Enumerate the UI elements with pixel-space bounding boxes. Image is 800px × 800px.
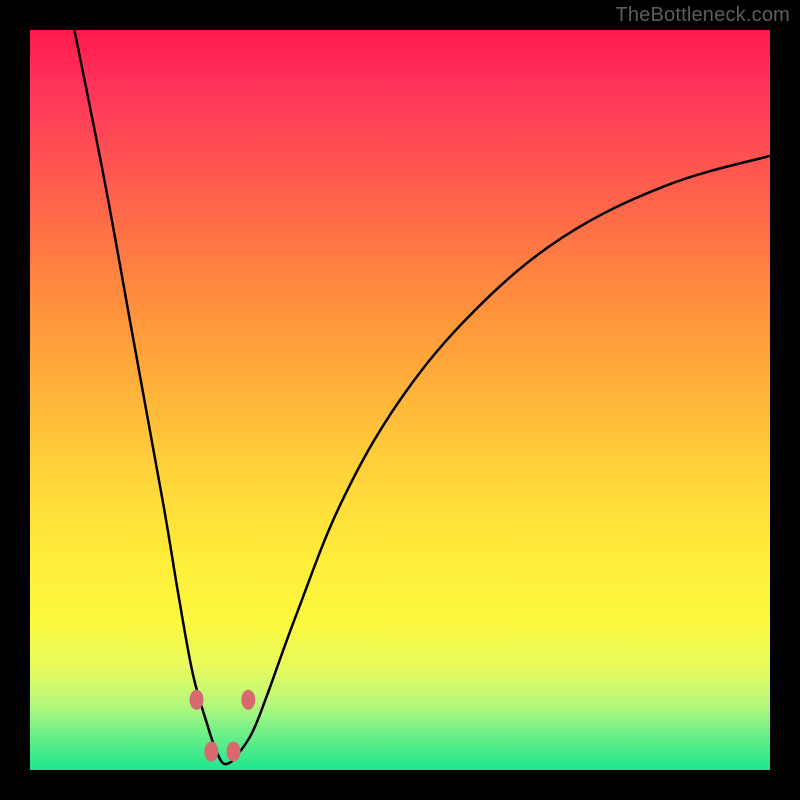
curve-marker [204, 742, 218, 762]
marker-group [190, 690, 256, 762]
curve-marker [227, 742, 241, 762]
watermark-text: TheBottleneck.com [615, 4, 790, 27]
bottleneck-curve-path [74, 30, 770, 764]
curve-marker [241, 690, 255, 710]
bottleneck-chart [30, 30, 770, 770]
curve-marker [190, 690, 204, 710]
plot-area [30, 30, 770, 770]
